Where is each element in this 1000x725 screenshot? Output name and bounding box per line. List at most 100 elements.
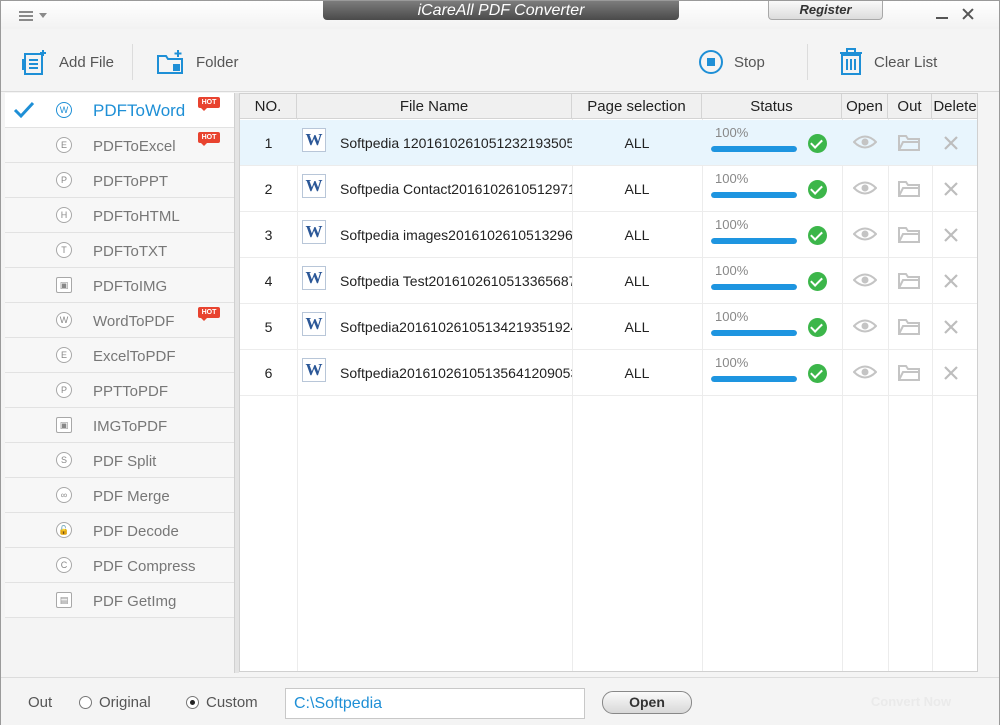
success-check-icon [808, 318, 827, 337]
file-name: Softpedia20161026105134219351924 [340, 319, 572, 335]
table-row[interactable]: 3 W Softpedia images20161026105132963 ALL 10… [240, 212, 977, 258]
sidebar-tool-icon: W [56, 312, 72, 328]
convert-now-button[interactable]: Convert Now [851, 692, 971, 712]
success-check-icon [808, 134, 827, 153]
sidebar-item-label: PDFToHTML [93, 208, 180, 225]
register-button[interactable]: Register [768, 1, 883, 20]
clear-list-button[interactable]: Clear List [838, 47, 937, 77]
open-folder-button[interactable]: Open [602, 691, 692, 714]
delete-icon[interactable] [943, 227, 959, 243]
col-header-page-selection[interactable]: Page selection [572, 94, 702, 119]
sidebar-tool-icon: ▣ [56, 277, 72, 293]
word-file-icon: W [302, 174, 326, 198]
delete-icon[interactable] [943, 319, 959, 335]
folder-icon[interactable] [898, 363, 920, 381]
folder-icon[interactable] [898, 317, 920, 335]
progress-fill [711, 238, 797, 244]
progress-fill [711, 192, 797, 198]
progress-percent: 100% [715, 125, 749, 140]
row-number: 6 [264, 365, 273, 381]
eye-icon[interactable] [853, 271, 877, 289]
sidebar-item-pdf-split[interactable]: S PDF Split [5, 443, 234, 478]
eye-icon[interactable] [853, 363, 877, 381]
page-selection[interactable]: ALL [572, 120, 702, 166]
sidebar-item-exceltopdf[interactable]: E ExcelToPDF [5, 338, 234, 373]
sidebar-item-pdftohtml[interactable]: H PDFToHTML [5, 198, 234, 233]
table-row[interactable]: 4 W Softpedia Test2016102610513365687 ALL 10… [240, 258, 977, 304]
page-selection[interactable]: ALL [572, 166, 702, 212]
sidebar-item-pdftoppt[interactable]: P PDFToPPT [5, 163, 234, 198]
word-file-icon: W [302, 128, 326, 152]
sidebar-item-label: PPTToPDF [93, 383, 169, 400]
hot-badge: HOT [198, 97, 220, 111]
sidebar-item-pdftoword[interactable]: W PDFToWord HOT [5, 93, 234, 128]
success-check-icon [808, 364, 827, 383]
col-header-delete[interactable]: Delete [932, 94, 977, 119]
scrollbar[interactable] [978, 93, 995, 672]
sidebar-item-pdf-getimg[interactable]: ▤ PDF GetImg [5, 583, 234, 618]
sidebar-item-pdf-decode[interactable]: 🔓 PDF Decode [5, 513, 234, 548]
page-selection[interactable]: ALL [572, 212, 702, 258]
sidebar-item-label: ExcelToPDF [93, 348, 176, 365]
sidebar-item-pdf-merge[interactable]: ∞ PDF Merge [5, 478, 234, 513]
sidebar-item-imgtopdf[interactable]: ▣ IMGToPDF [5, 408, 234, 443]
delete-icon[interactable] [943, 365, 959, 381]
progress-bar [711, 192, 797, 198]
minimize-icon[interactable] [935, 7, 949, 21]
delete-icon[interactable] [943, 181, 959, 197]
window-title: iCareAll PDF Converter [417, 2, 585, 19]
sidebar-tool-icon: P [56, 382, 72, 398]
delete-icon[interactable] [943, 273, 959, 289]
stop-button[interactable]: Stop [698, 47, 765, 77]
col-header-file-name[interactable]: File Name [297, 94, 572, 119]
original-radio[interactable] [79, 696, 92, 709]
sidebar-item-pdftotxt[interactable]: T PDFToTXT [5, 233, 234, 268]
eye-icon[interactable] [853, 225, 877, 243]
table-row[interactable]: 5 W Softpedia20161026105134219351924 ALL 100… [240, 304, 977, 350]
sidebar-tool-icon: P [56, 172, 72, 188]
page-selection[interactable]: ALL [572, 258, 702, 304]
title-bar: iCareAll PDF Converter Register [1, 1, 999, 29]
hot-badge: HOT [198, 307, 220, 321]
sidebar-item-wordtopdf[interactable]: W WordToPDF HOT [5, 303, 234, 338]
folder-icon[interactable] [898, 225, 920, 243]
sidebar-item-ppttopdf[interactable]: P PPTToPDF [5, 373, 234, 408]
add-file-icon [22, 50, 46, 75]
col-header-no[interactable]: NO. [240, 94, 297, 119]
folder-button[interactable]: Folder [156, 47, 239, 77]
add-folder-icon [157, 50, 183, 74]
sidebar-item-pdftoimg[interactable]: ▣ PDFToIMG [5, 268, 234, 303]
table-row[interactable]: 2 W Softpedia Contact20161026105129715 ALL 1… [240, 166, 977, 212]
folder-icon[interactable] [898, 271, 920, 289]
output-path-field[interactable]: C:\Softpedia [285, 688, 585, 719]
col-header-out[interactable]: Out [888, 94, 932, 119]
sidebar-item-pdftoexcel[interactable]: E PDFToExcel HOT [5, 128, 234, 163]
toolbar-divider [132, 44, 133, 80]
menu-icon[interactable] [19, 10, 49, 22]
sidebar-tool-icon: H [56, 207, 72, 223]
delete-icon[interactable] [943, 135, 959, 151]
folder-icon[interactable] [898, 133, 920, 151]
eye-icon[interactable] [853, 133, 877, 151]
original-label[interactable]: Original [99, 694, 151, 711]
sidebar-item-pdf-compress[interactable]: C PDF Compress [5, 548, 234, 583]
close-icon[interactable] [961, 7, 975, 21]
toolbar-divider [807, 44, 808, 80]
col-header-status[interactable]: Status [702, 94, 842, 119]
add-file-button[interactable]: Add File [21, 47, 114, 77]
col-header-open[interactable]: Open [842, 94, 888, 119]
sidebar-item-label: PDFToPPT [93, 173, 169, 190]
page-selection[interactable]: ALL [572, 304, 702, 350]
eye-icon[interactable] [853, 317, 877, 335]
eye-icon[interactable] [853, 179, 877, 197]
table-row[interactable]: 1 W Softpedia 1201610261051232193505 ALL 100… [240, 120, 977, 166]
row-number: 5 [264, 319, 273, 335]
custom-label[interactable]: Custom [206, 694, 258, 711]
page-selection[interactable]: ALL [572, 350, 702, 396]
custom-radio[interactable] [186, 696, 199, 709]
trash-icon [840, 48, 862, 75]
output-bar: Out Original Custom C:\Softpedia Open Co… [1, 677, 999, 725]
table-row[interactable]: 6 W Softpedia20161026105135641209053 ALL 100… [240, 350, 977, 396]
sidebar-item-label: PDFToWord [93, 101, 186, 120]
folder-icon[interactable] [898, 179, 920, 197]
